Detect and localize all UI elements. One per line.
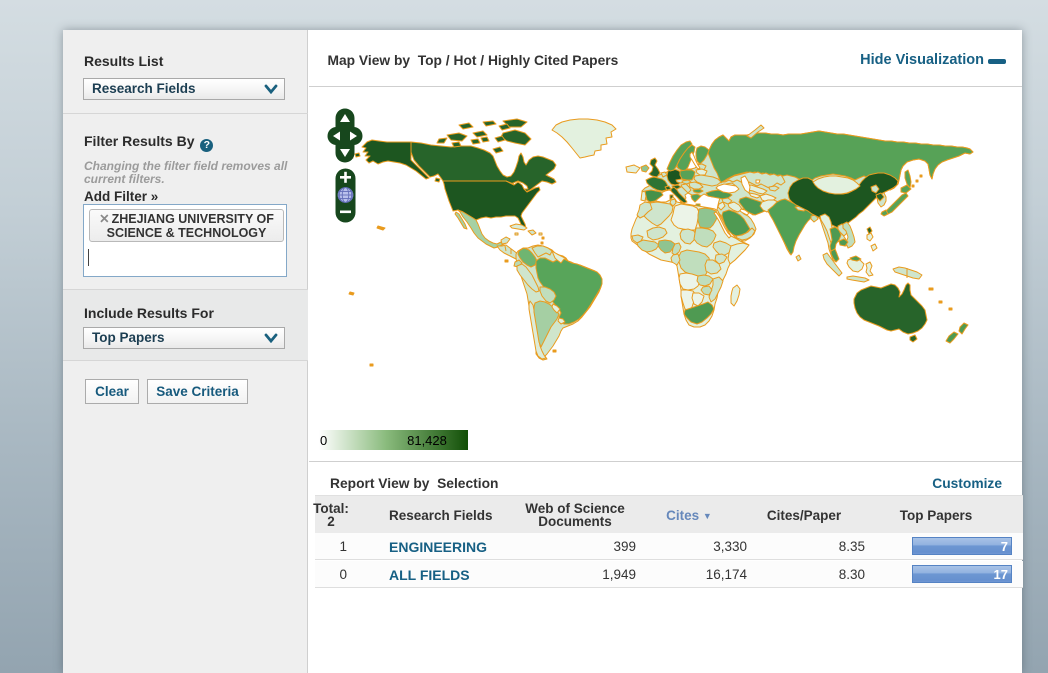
- svg-text:81,428: 81,428: [407, 433, 447, 448]
- svg-text:0: 0: [320, 433, 327, 448]
